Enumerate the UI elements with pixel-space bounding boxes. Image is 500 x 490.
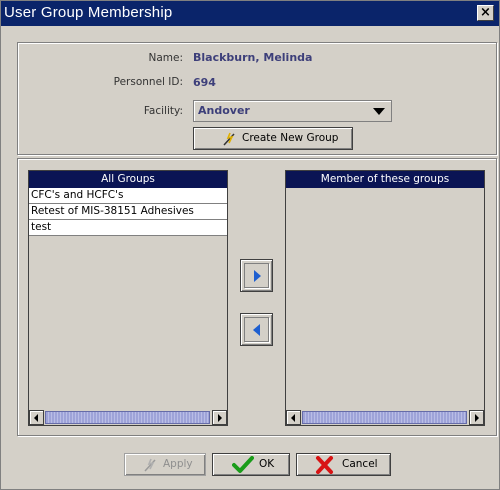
create-new-group-label: Create New Group bbox=[242, 132, 339, 144]
chevron-down-icon bbox=[373, 108, 385, 115]
remove-from-groups-button[interactable] bbox=[240, 313, 273, 346]
name-value: Blackburn, Melinda bbox=[193, 51, 313, 64]
all-groups-list[interactable]: All Groups CFC's and HCFC's Retest of MI… bbox=[28, 170, 228, 426]
create-new-group-button[interactable]: Create New Group bbox=[193, 127, 353, 150]
name-label: Name: bbox=[148, 52, 183, 64]
cancel-button[interactable]: Cancel bbox=[296, 453, 391, 476]
scroll-left-button[interactable] bbox=[29, 410, 44, 425]
lightning-wand-icon bbox=[144, 458, 156, 472]
window-title: User Group Membership bbox=[4, 4, 173, 21]
member-groups-list[interactable]: Member of these groups bbox=[285, 170, 485, 426]
list-item[interactable]: CFC's and HCFC's bbox=[29, 188, 227, 204]
facility-select[interactable]: Andover bbox=[193, 100, 392, 122]
cancel-label: Cancel bbox=[342, 458, 378, 470]
close-icon: × bbox=[480, 5, 491, 20]
personnel-id-value: 694 bbox=[193, 76, 216, 89]
scroll-left-button[interactable] bbox=[286, 410, 301, 425]
scroll-thumb[interactable] bbox=[45, 411, 210, 424]
scroll-thumb[interactable] bbox=[302, 411, 467, 424]
ok-label: OK bbox=[259, 458, 275, 470]
apply-button[interactable]: Apply bbox=[124, 453, 206, 476]
user-group-membership-dialog: User Group Membership × Name: Blackburn,… bbox=[0, 0, 500, 490]
title-bar[interactable]: User Group Membership × bbox=[1, 1, 499, 26]
all-groups-header: All Groups bbox=[29, 171, 227, 188]
arrow-right-icon bbox=[254, 270, 261, 282]
red-x-icon bbox=[316, 456, 333, 474]
facility-label: Facility: bbox=[143, 105, 183, 117]
list-item[interactable]: test bbox=[29, 220, 227, 236]
scroll-right-button[interactable] bbox=[469, 410, 484, 425]
personnel-id-label: Personnel ID: bbox=[113, 76, 183, 88]
member-groups-header: Member of these groups bbox=[286, 171, 484, 188]
scroll-right-button[interactable] bbox=[212, 410, 227, 425]
facility-selected-value: Andover bbox=[198, 104, 250, 117]
apply-label: Apply bbox=[163, 458, 193, 470]
arrow-left-icon bbox=[253, 324, 260, 336]
member-groups-hscrollbar[interactable] bbox=[286, 410, 484, 425]
list-item[interactable]: Retest of MIS-38151 Adhesives bbox=[29, 204, 227, 220]
ok-button[interactable]: OK bbox=[212, 453, 290, 476]
close-button[interactable]: × bbox=[477, 5, 494, 21]
all-groups-hscrollbar[interactable] bbox=[29, 410, 227, 425]
checkmark-icon bbox=[232, 456, 254, 473]
lightning-wand-icon bbox=[223, 132, 235, 146]
add-to-groups-button[interactable] bbox=[240, 259, 273, 292]
